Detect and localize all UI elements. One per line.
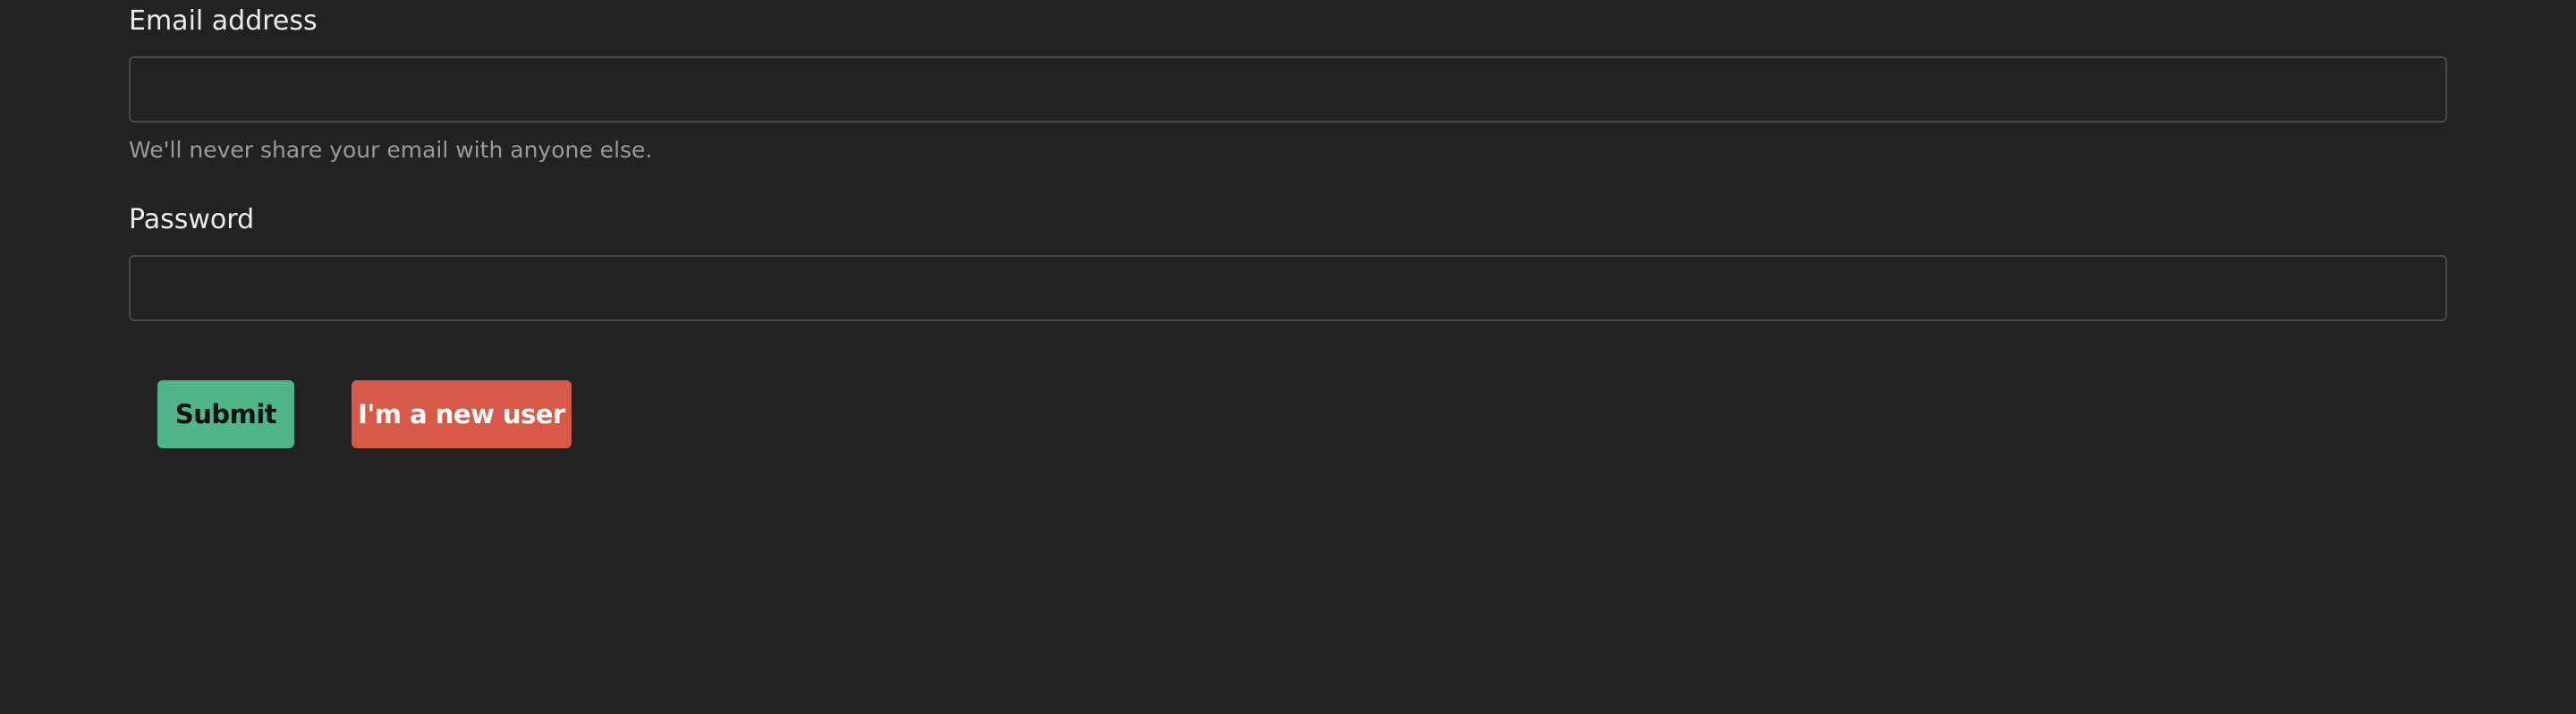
new-user-button[interactable]: I'm a new user xyxy=(352,380,572,448)
email-label: Email address xyxy=(129,5,318,37)
submit-button[interactable]: Submit xyxy=(157,380,294,448)
password-field[interactable] xyxy=(129,255,2447,321)
email-field[interactable] xyxy=(129,56,2447,123)
password-label: Password xyxy=(129,204,255,235)
email-help-text: We'll never share your email with anyone… xyxy=(129,137,653,163)
